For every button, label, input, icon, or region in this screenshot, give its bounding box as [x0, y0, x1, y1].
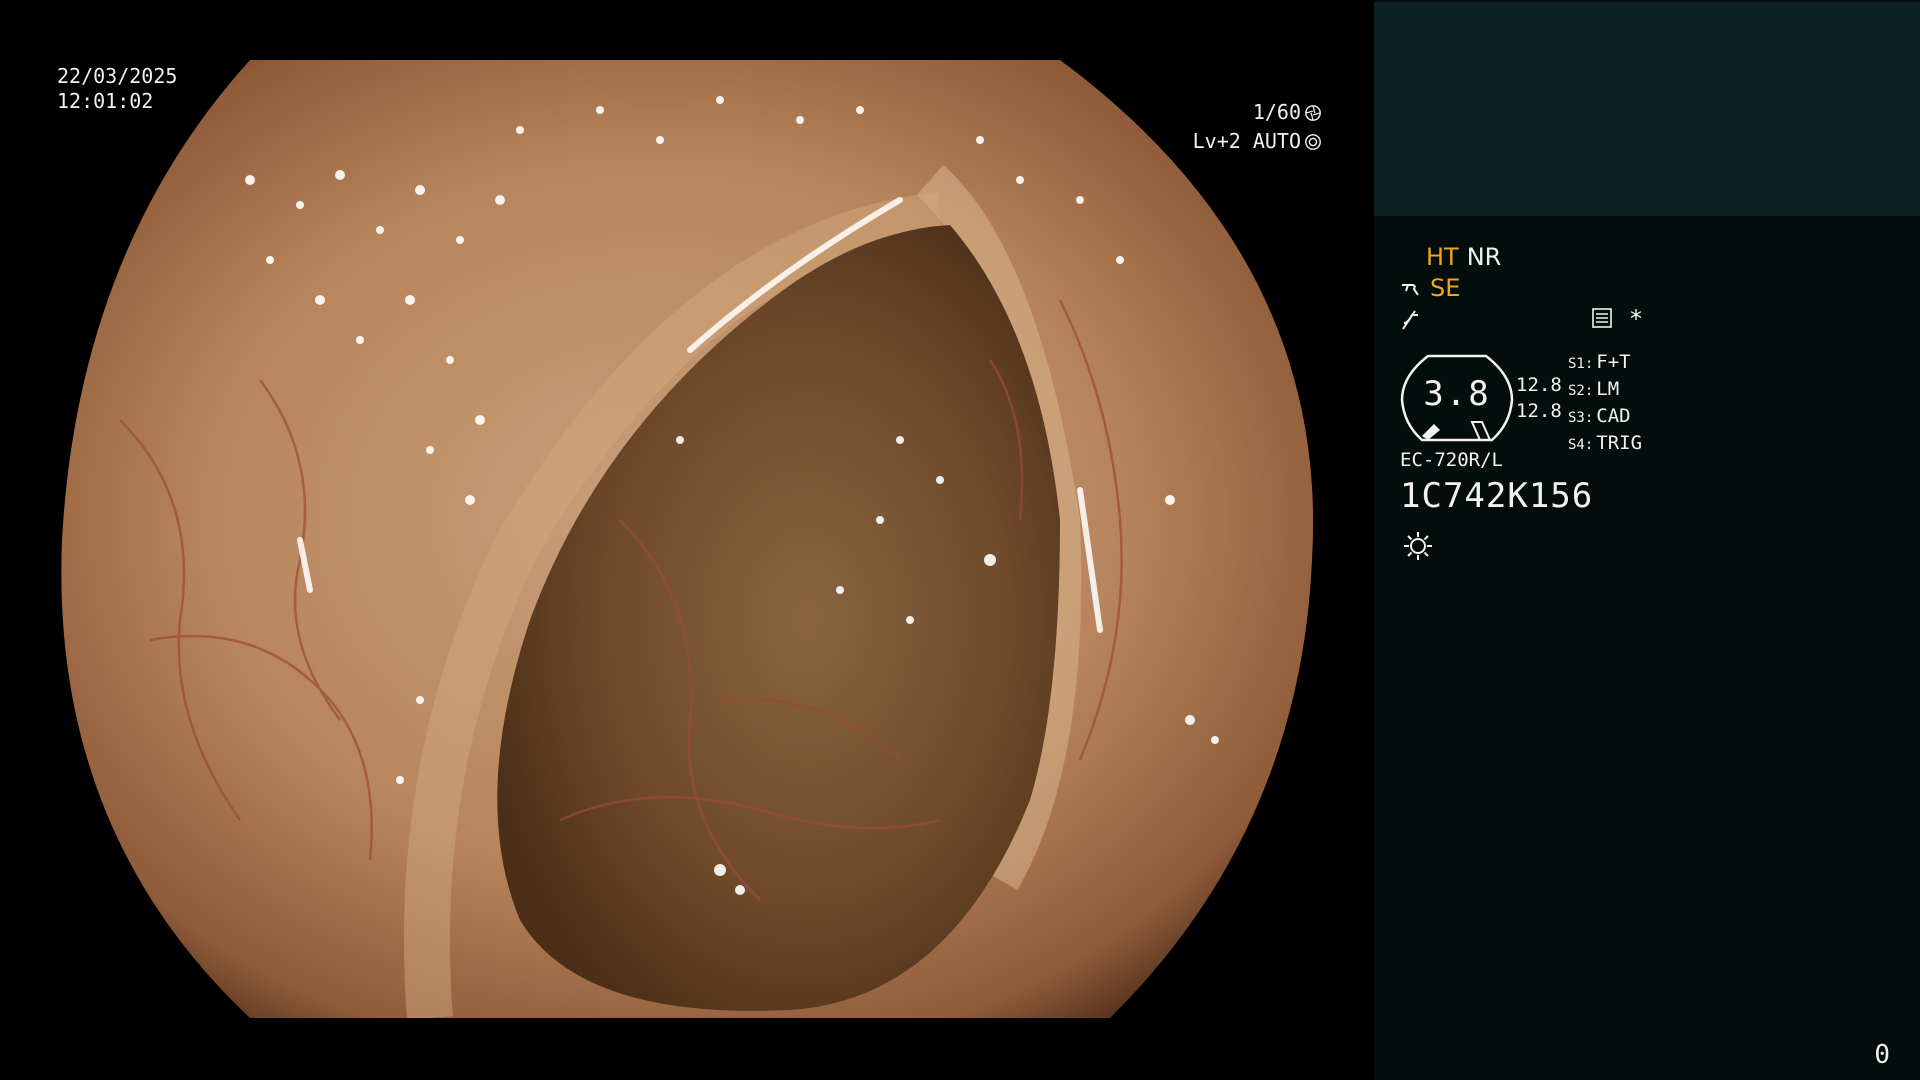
scope-model: EC-720R/L [1400, 449, 1503, 471]
iris-icon [1305, 133, 1321, 150]
scope-serial: 1C742K156 [1400, 476, 1594, 516]
date-readout: 22/03/2025 [57, 64, 178, 88]
switch-row: S4: TRIG [1568, 432, 1643, 454]
endoscopic-view: 22/03/2025 12:01:02 1/60 Lv+2 AUTO [0, 0, 1374, 1080]
exposure-readout: 1/60 Lv+2 AUTO [1193, 98, 1322, 156]
scope-hook-icon [1402, 283, 1419, 296]
switch-assignments: S1: F+T S2: LM S3: CAD S4: TRIG [1568, 350, 1642, 458]
light-sun-icon [1404, 532, 1432, 560]
mode-indicators: HT NR SE * [1400, 242, 1642, 335]
gauge-lower: 12.8 [1516, 400, 1562, 422]
gauge-upper: 12.8 [1516, 374, 1562, 396]
frame-counter: 0 [1874, 1040, 1890, 1070]
structure-enhance-icon [1402, 309, 1418, 330]
panel-header-area [1374, 2, 1920, 216]
iris-readout: Lv+2 AUTO [1192, 129, 1301, 153]
time-readout: 12:01:02 [57, 89, 154, 113]
nr-indicator: NR [1466, 243, 1502, 271]
gauge-value: 3.8 [1423, 374, 1491, 414]
switch-row: S3: CAD [1568, 405, 1631, 427]
ht-indicator: HT [1426, 243, 1459, 271]
info-panel: HT NR SE * 3.8 12.8 12.8 S1: F+T S2: LM … [1374, 0, 1920, 1080]
settings-list-icon [1592, 308, 1612, 328]
switch-row: S1: F+T [1568, 351, 1631, 373]
endoscopic-image [61, 60, 1314, 1018]
asterisk-indicator: * [1630, 305, 1642, 333]
shutter-readout: 1/60 [1252, 100, 1301, 124]
timestamp: 22/03/2025 12:01:02 [57, 64, 177, 114]
switch-row: S2: LM [1568, 378, 1620, 400]
shutter-icon [1305, 104, 1321, 121]
gauge-readouts: 12.8 12.8 [1516, 372, 1562, 424]
se-indicator: SE [1430, 274, 1461, 302]
endoscope-monitor: 22/03/2025 12:01:02 1/60 Lv+2 AUTO HT NR… [0, 0, 1920, 1080]
